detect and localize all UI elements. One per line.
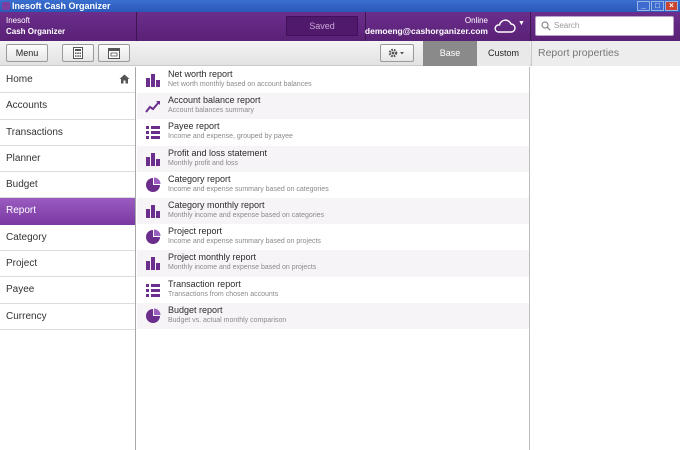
report-description: Income and expense summary based on proj…: [168, 238, 321, 246]
report-item[interactable]: Budget report Budget vs. actual monthly c…: [137, 302, 529, 329]
sidebar-item-project[interactable]: Project: [0, 251, 135, 278]
report-title: Category monthly report: [168, 199, 265, 210]
search-input[interactable]: Search: [535, 16, 674, 36]
tab-custom[interactable]: Custom: [477, 41, 530, 66]
report-title: Project monthly report: [168, 252, 257, 263]
search-placeholder: Search: [554, 21, 580, 30]
calculator-button[interactable]: [62, 44, 94, 62]
report-title: Payee report: [168, 121, 220, 132]
report-item[interactable]: Project report Income and expense summary…: [137, 224, 529, 250]
sidebar-item-label: Report: [6, 205, 37, 217]
sidebar-item-payee[interactable]: Payee: [0, 277, 135, 304]
sidebar-item-accounts[interactable]: Accounts: [0, 93, 135, 120]
maximize-icon[interactable]: □: [651, 1, 664, 11]
report-title: Project report: [168, 226, 223, 237]
report-description: Budget vs. actual monthly comparison: [168, 316, 287, 324]
report-description: Monthly income and expense based on proj…: [168, 264, 317, 272]
close-icon[interactable]: ×: [665, 1, 678, 11]
menu-button[interactable]: Menu: [6, 44, 48, 62]
sidebar-item-label: Project: [6, 258, 38, 270]
sidebar-item-label: Currency: [6, 310, 47, 322]
sidebar-item-planner[interactable]: Planner: [0, 146, 135, 173]
account-email: demoeng@cashorganizer.com: [364, 26, 488, 36]
sidebar-item-transactions[interactable]: Transactions: [0, 120, 135, 146]
report-list: Net worth report Net worth monthly based …: [137, 67, 530, 450]
settings-button[interactable]: [380, 44, 414, 62]
bar-chart-icon: [146, 257, 160, 271]
report-title: Profit and loss statement: [168, 147, 268, 158]
list-icon: [146, 126, 160, 140]
tab-base[interactable]: Base: [423, 41, 477, 66]
report-item[interactable]: Payee report Income and expense, grouped …: [137, 119, 529, 145]
report-item[interactable]: Transaction report Transactions from chos…: [137, 277, 529, 303]
window-controls: _ □ ×: [637, 1, 678, 11]
sidebar-item-category[interactable]: Category: [0, 225, 135, 252]
saved-status: Saved: [286, 16, 358, 36]
sidebar-item-label: Transactions: [6, 126, 63, 138]
report-description: Transactions from chosen accounts: [168, 290, 279, 298]
sidebar-item-label: Accounts: [6, 100, 48, 112]
app-icon: [2, 2, 10, 10]
list-icon: [146, 283, 160, 297]
toolbar: Menu Base Custom Report properties: [0, 41, 680, 66]
calendar-icon: [108, 48, 120, 59]
home-icon: [119, 74, 130, 84]
brand: Inesoft Cash Organizer: [6, 15, 65, 37]
sidebar: Home Accounts Transactions Planner Budge…: [0, 67, 136, 450]
report-description: Account balances summary: [168, 107, 254, 115]
brand-product: Cash Organizer: [6, 27, 66, 36]
bar-chart-icon: [146, 152, 160, 166]
sidebar-item-label: Payee: [6, 284, 35, 296]
calendar-button[interactable]: [98, 44, 130, 62]
trend-line-icon: [145, 101, 160, 113]
report-description: Income and expense summary based on cate…: [168, 185, 329, 193]
bar-chart-icon: [146, 74, 160, 87]
cloud-icon[interactable]: [492, 16, 516, 36]
report-description: Income and expense, grouped by payee: [168, 133, 293, 141]
report-description: Net worth monthly based on account balan…: [168, 81, 312, 88]
window-titlebar: Inesoft Cash Organizer _ □ ×: [0, 0, 680, 12]
bar-chart-icon: [146, 204, 160, 218]
pie-chart-icon: [146, 308, 161, 323]
report-title: Budget report: [168, 304, 223, 315]
sidebar-item-budget[interactable]: Budget: [0, 172, 135, 199]
report-title: Category report: [168, 173, 231, 184]
report-item[interactable]: Net worth report Net worth monthly based …: [137, 67, 529, 93]
chevron-down-icon[interactable]: ▼: [518, 20, 525, 27]
search-icon: [541, 21, 551, 31]
sidebar-item-currency[interactable]: Currency: [0, 304, 135, 330]
calculator-icon: [73, 47, 83, 59]
account-info[interactable]: Online demoeng@cashorganizer.com: [365, 15, 488, 37]
report-item[interactable]: Category report Income and expense summar…: [137, 172, 529, 198]
header-divider: [136, 12, 137, 41]
report-item[interactable]: Category monthly report Monthly income an…: [137, 197, 529, 225]
online-status: Online: [464, 16, 488, 25]
window-title: Inesoft Cash Organizer: [12, 1, 111, 11]
report-item[interactable]: Project monthly report Monthly income and…: [137, 250, 529, 277]
minimize-icon[interactable]: _: [637, 1, 650, 11]
report-item[interactable]: Profit and loss statement Monthly profit …: [137, 145, 529, 172]
header-divider: [530, 12, 531, 41]
pie-chart-icon: [146, 229, 161, 245]
sidebar-item-home[interactable]: Home: [0, 67, 135, 94]
report-properties-pane: [531, 67, 680, 450]
gear-icon: [388, 48, 404, 58]
sidebar-item-label: Budget: [6, 179, 38, 191]
report-item[interactable]: Account balance report Account balances s…: [137, 93, 529, 120]
report-description: Monthly profit and loss: [168, 159, 239, 167]
report-title: Account balance report: [168, 95, 261, 106]
sidebar-item-label: Planner: [6, 152, 41, 164]
report-properties-title: Report properties: [531, 41, 680, 66]
sidebar-item-label: Home: [6, 74, 33, 85]
report-title: Transaction report: [168, 278, 241, 289]
pie-chart-icon: [146, 177, 161, 192]
report-description: Monthly income and expense based on cate…: [168, 211, 325, 219]
sidebar-item-label: Category: [6, 231, 47, 243]
report-title: Net worth report: [168, 69, 233, 79]
brand-company: Inesoft: [6, 16, 31, 25]
app-header: Inesoft Cash Organizer Saved Online demo…: [0, 12, 680, 41]
sidebar-item-report[interactable]: Report: [0, 198, 135, 225]
